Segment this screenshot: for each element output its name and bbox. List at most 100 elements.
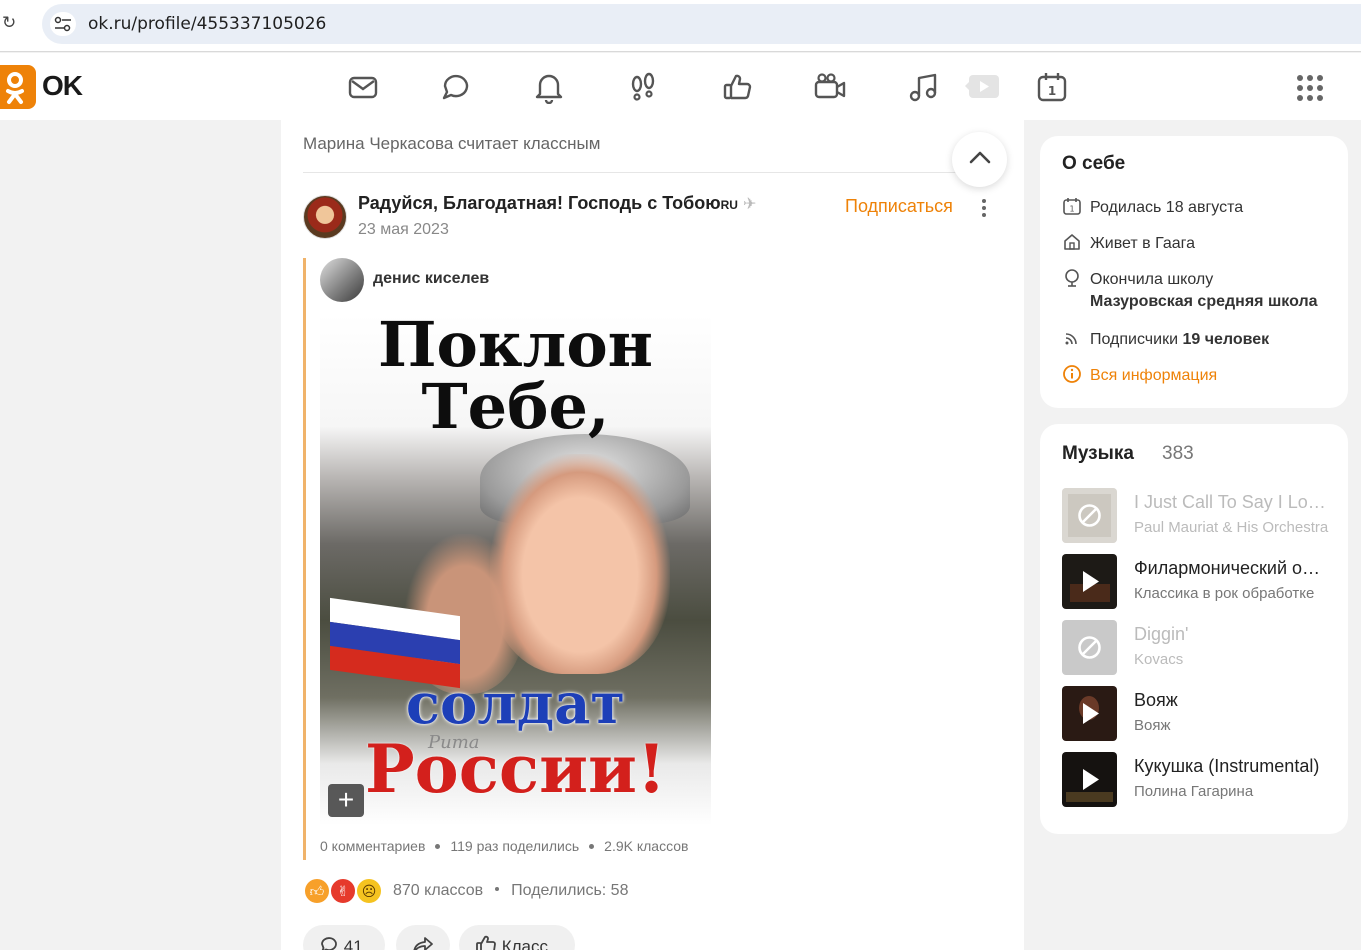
repost-stats: 0 комментариев 119 раз поделились 2.9K кла… — [320, 838, 688, 854]
scroll-up-button[interactable] — [952, 132, 1007, 187]
track-artist[interactable]: Kovacs — [1134, 651, 1330, 668]
comment-icon — [321, 937, 337, 950]
followers-label: Подписчики — [1090, 331, 1179, 348]
dove-icon: ✈ — [742, 196, 757, 213]
followers-value[interactable]: 19 человек — [1182, 331, 1269, 348]
image-text-line2: Тебе, — [421, 370, 610, 443]
classes-total[interactable]: 870 классов — [393, 882, 483, 899]
url-text[interactable]: ok.ru/profile/455337105026 — [88, 14, 326, 34]
track-artist[interactable]: Полина Гагарина — [1134, 783, 1330, 800]
chat-icon[interactable] — [439, 70, 473, 104]
image-soldier-face — [490, 454, 670, 674]
like-small-icon — [476, 935, 496, 950]
author-avatar[interactable] — [320, 258, 364, 302]
group-name[interactable]: Радуйся, Благодатная! Господь с ТобоюRU … — [358, 193, 756, 214]
reactions-group[interactable]: 👍︎ ✌︎ ☹︎ — [303, 877, 387, 907]
divider — [303, 172, 1003, 173]
logo-text[interactable]: OK — [42, 70, 83, 102]
music-track[interactable]: Diggin' Kovacs — [1062, 620, 1342, 676]
image-text-line3: солдат — [405, 671, 626, 737]
music-track[interactable]: I Just Call To Say I Love You Paul Mauri… — [1062, 488, 1342, 544]
globe-school-icon — [1065, 269, 1079, 287]
liked-by-text[interactable]: Марина Черкасова считает классным — [303, 134, 600, 154]
ok-logo-icon[interactable] — [0, 65, 36, 109]
shares-count[interactable]: 119 раз поделились — [450, 838, 579, 854]
site-header: OK 1 — [0, 53, 1361, 120]
about-title: О себе — [1062, 153, 1126, 174]
track-artist[interactable]: Классика в рок обработке — [1134, 585, 1330, 602]
bell-icon[interactable] — [532, 70, 566, 105]
class-button[interactable]: Класс — [459, 925, 575, 950]
music-track[interactable]: Вояж Вояж — [1062, 686, 1342, 742]
shared-total[interactable]: Поделились: 58 — [511, 882, 628, 899]
music-title[interactable]: Музыка — [1062, 443, 1134, 465]
reload-icon[interactable]: ↻ — [2, 14, 20, 32]
share-button[interactable] — [396, 925, 450, 950]
about-card: О себе 1 Родилась 18 августа Живет в Гааг… — [1040, 136, 1348, 408]
calendar-small-icon: 1 — [1063, 198, 1081, 215]
about-lives-text: Живет в Гаага — [1090, 235, 1196, 252]
post-image[interactable]: Поклон Тебе, солдат Рита России! + — [320, 314, 711, 825]
comments-button-count: 41 — [343, 937, 363, 950]
svg-text:1: 1 — [1048, 84, 1056, 98]
like-icon[interactable] — [720, 70, 754, 104]
group-avatar[interactable] — [303, 195, 347, 239]
image-text-line4: России! — [365, 730, 666, 808]
music-track[interactable]: Филармонический оркестр Классика в рок о… — [1062, 554, 1342, 610]
music-track[interactable]: Кукушка (Instrumental) Полина Гагарина — [1062, 752, 1342, 808]
rss-icon — [1065, 333, 1077, 345]
track-artist[interactable]: Paul Mauriat & His Orchestra — [1134, 519, 1330, 536]
about-school-name[interactable]: Мазуровская средняя школа — [1090, 293, 1318, 311]
add-plus-button[interactable]: + — [328, 784, 364, 817]
about-school: Окончила школу — [1062, 268, 1213, 289]
about-lives: Живет в Гаага — [1062, 232, 1195, 253]
reactions-summary: 870 классов Поделились: 58 — [393, 882, 628, 900]
browser-address-bar: ↻ ok.ru/profile/455337105026 — [0, 0, 1361, 52]
feed-post-card: Марина Черкасова считает классным Радуйс… — [281, 120, 1024, 950]
reaction-like-icon: 👍︎ — [303, 877, 331, 905]
track-cover — [1062, 554, 1117, 609]
music-count: 383 — [1162, 443, 1194, 464]
track-cover — [1062, 752, 1117, 807]
track-cover — [1062, 620, 1117, 675]
share-icon — [413, 937, 433, 950]
about-school-name-text[interactable]: Мазуровская средняя школа — [1090, 293, 1318, 310]
comments-count[interactable]: 0 комментариев — [320, 838, 425, 854]
video-play-icon[interactable] — [963, 70, 999, 104]
repost-indicator — [303, 258, 306, 860]
subscribe-button[interactable]: Подписаться — [845, 196, 953, 217]
about-followers[interactable]: Подписчики 19 человек — [1062, 328, 1269, 349]
more-options-icon[interactable] — [978, 196, 990, 220]
music-note-icon[interactable] — [906, 70, 940, 104]
track-title: Филармонический оркестр — [1134, 558, 1330, 578]
calendar-icon[interactable]: 1 — [1035, 70, 1069, 104]
comments-button[interactable]: 41 — [303, 925, 385, 950]
track-title: Diggin' — [1134, 624, 1189, 644]
footprints-icon[interactable] — [626, 70, 660, 104]
image-text-line1: Поклон — [377, 314, 654, 381]
about-school-label: Окончила школу — [1090, 271, 1214, 288]
info-icon — [1063, 365, 1081, 383]
home-icon — [1064, 234, 1080, 250]
track-cover — [1062, 686, 1117, 741]
track-title: Кукушка (Instrumental) — [1134, 756, 1320, 776]
url-field[interactable]: ok.ru/profile/455337105026 — [42, 4, 1361, 44]
group-name-text[interactable]: Радуйся, Благодатная! Господь с Тобою — [358, 193, 721, 213]
reaction-sad-icon: ☹︎ — [355, 877, 383, 905]
video-icon[interactable] — [813, 70, 847, 104]
about-born-text: Родилась 18 августа — [1090, 199, 1244, 216]
about-born: 1 Родилась 18 августа — [1062, 196, 1243, 217]
author-name[interactable]: денис киселев — [373, 270, 489, 288]
reaction-rock-icon: ✌︎ — [329, 877, 357, 905]
all-info-link[interactable]: Вся информация — [1062, 364, 1217, 385]
mail-icon[interactable] — [346, 70, 380, 104]
site-settings-icon[interactable] — [50, 12, 76, 36]
track-cover — [1062, 488, 1117, 543]
classes-count[interactable]: 2.9K классов — [604, 838, 688, 854]
track-artist[interactable]: Вояж — [1134, 717, 1330, 734]
post-date[interactable]: 23 мая 2023 — [358, 221, 449, 239]
svg-text:1: 1 — [1069, 205, 1074, 214]
all-info-text[interactable]: Вся информация — [1090, 367, 1217, 384]
apps-grid-icon[interactable] — [1296, 74, 1324, 102]
class-button-label: Класс — [501, 937, 549, 950]
